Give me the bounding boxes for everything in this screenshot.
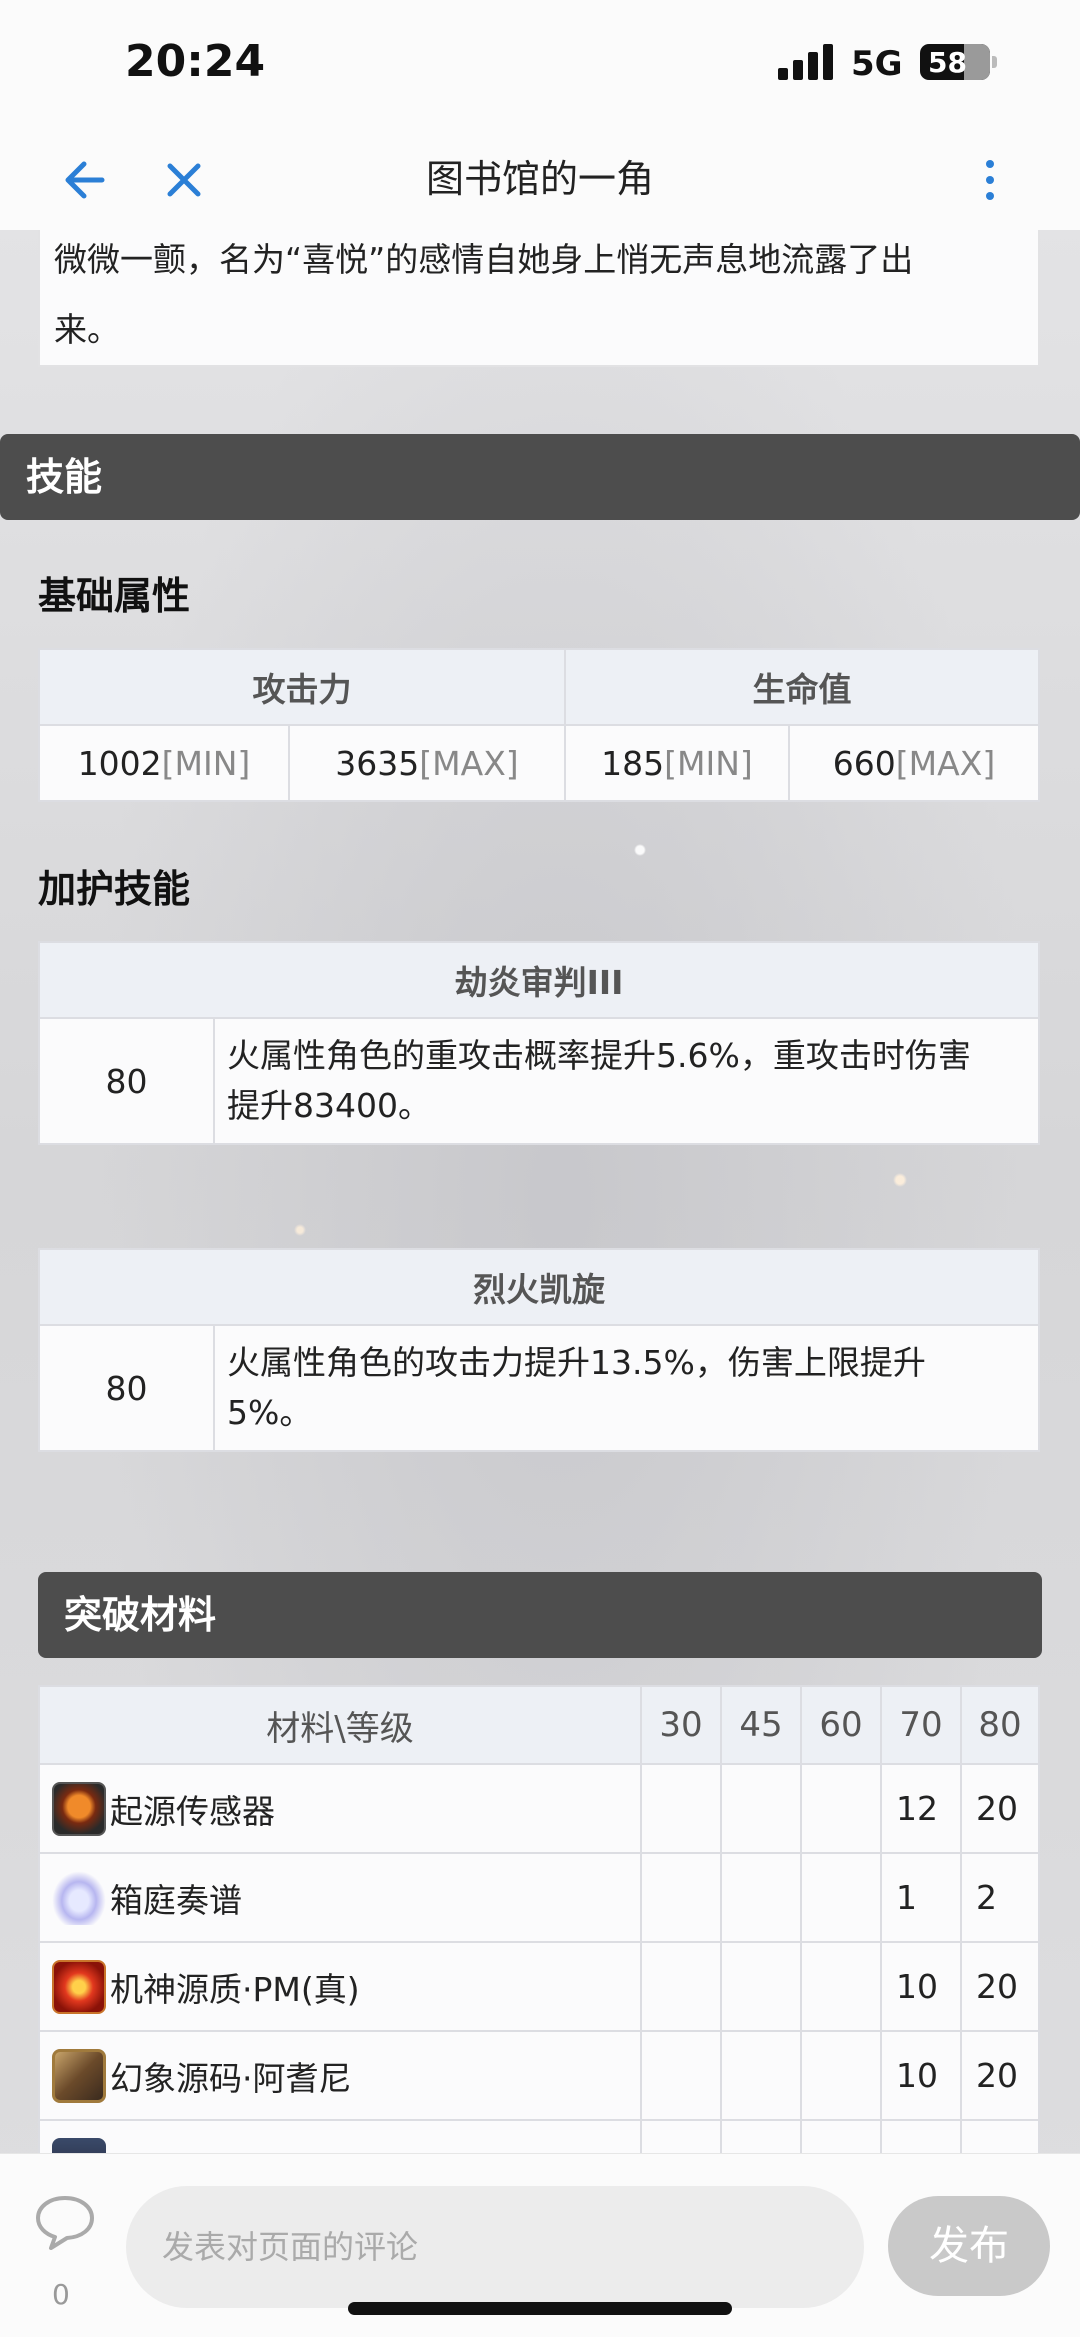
attack-header: 攻击力 [38, 648, 566, 726]
level-col-header: 70 [880, 1685, 962, 1765]
skill-name: 劫炎审判III [38, 941, 1040, 1019]
origin-sensor-icon [52, 1781, 106, 1836]
skill-level: 80 [38, 1324, 215, 1452]
more-options-icon[interactable] [960, 150, 1020, 210]
skills-section-header[interactable]: 技能 [0, 434, 1080, 520]
guard-skills-heading: 加护技能 [38, 867, 191, 911]
status-bar: 20:24 5G 58 [0, 0, 1080, 130]
table-cell [720, 1941, 802, 2032]
network-type: 5G [851, 44, 903, 84]
signal-icon [778, 44, 836, 80]
battery-level: 58 [928, 46, 967, 79]
comment-input[interactable] [126, 2186, 864, 2308]
base-stats-heading: 基础属性 [38, 574, 191, 618]
table-cell: 20 [960, 2030, 1040, 2121]
navigation-bar: 图书馆的一角 [0, 130, 1080, 230]
table-cell: 10 [880, 2030, 962, 2121]
table-cell: 12 [880, 1763, 962, 1854]
material-name-cell[interactable]: 起源传感器 [38, 1763, 642, 1854]
table-cell [720, 1852, 802, 1943]
guard-skill-table: 劫炎审判III 80 火属性角色的重攻击概率提升5.6%，重攻击时伤害 提升834… [38, 941, 1040, 1145]
guard-skill-table: 烈火凯旋 80 火属性角色的攻击力提升13.5%，伤害上限提升 5%。 [38, 1248, 1040, 1452]
skill-description: 火属性角色的攻击力提升13.5%，伤害上限提升 5%。 [213, 1324, 1040, 1452]
page-title: 图书馆的一角 [425, 157, 654, 201]
table-cell [800, 2030, 882, 2121]
level-col-header: 30 [640, 1685, 722, 1765]
level-col-header: 45 [720, 1685, 802, 1765]
materials-table: 材料\等级 30 45 60 70 80 起源传感器 12 20 箱庭奏谱 1 [38, 1685, 1040, 2210]
table-row: 起源传感器 12 20 [38, 1763, 1040, 1854]
table-cell [640, 2030, 722, 2121]
level-col-header: 80 [960, 1685, 1040, 1765]
comment-bubble-icon[interactable] [34, 2194, 96, 2252]
table-row: 幻象源码·阿耆尼 10 20 [38, 2030, 1040, 2121]
skill-name: 烈火凯旋 [38, 1248, 1040, 1326]
skill-description: 火属性角色的重攻击概率提升5.6%，重攻击时伤害 提升83400。 [213, 1017, 1040, 1145]
materials-col-header: 材料\等级 [38, 1685, 642, 1765]
table-cell: 1 [880, 1852, 962, 1943]
table-row: 箱庭奏谱 1 2 [38, 1852, 1040, 1943]
status-time: 20:24 [125, 36, 266, 87]
table-cell [800, 1763, 882, 1854]
page-content[interactable]: 微微一颤，名为“喜悦”的感情自她身上悄无声息地流露了出 来。 技能 基础属性 攻… [0, 0, 1080, 2337]
hp-min-cell: 185[MIN] [564, 724, 790, 802]
music-score-icon [52, 1870, 106, 1925]
table-cell [640, 1941, 722, 2032]
table-cell [640, 1852, 722, 1943]
level-col-header: 60 [800, 1685, 882, 1765]
table-cell [720, 2030, 802, 2121]
atk-max-cell: 3635[MAX] [288, 724, 566, 802]
table-cell [800, 1941, 882, 2032]
table-cell: 2 [960, 1852, 1040, 1943]
table-cell [800, 1852, 882, 1943]
material-name-cell[interactable]: 箱庭奏谱 [38, 1852, 642, 1943]
hp-max-cell: 660[MAX] [788, 724, 1040, 802]
machine-essence-icon [52, 1959, 106, 2014]
atk-min-cell: 1002[MIN] [38, 724, 290, 802]
material-name-cell[interactable]: 机神源质·PM(真) [38, 1941, 642, 2032]
table-cell: 10 [880, 1941, 962, 2032]
materials-section-header[interactable]: 突破材料 [38, 1572, 1042, 1658]
hp-header: 生命值 [564, 648, 1040, 726]
table-cell [640, 1763, 722, 1854]
table-row: 机神源质·PM(真) 10 20 [38, 1941, 1040, 2032]
table-cell [720, 1763, 802, 1854]
skill-level: 80 [38, 1017, 215, 1145]
publish-button[interactable]: 发布 [888, 2196, 1050, 2296]
battery-icon: 58 [920, 44, 997, 80]
home-indicator[interactable] [348, 2302, 732, 2315]
illusion-code-icon [52, 2048, 106, 2103]
lore-line: 来。 [54, 310, 120, 349]
base-stats-table: 攻击力 生命值 1002[MIN] 3635[MAX] 185[MIN] 660… [38, 648, 1040, 802]
lore-text-box: 微微一颤，名为“喜悦”的感情自她身上悄无声息地流露了出 来。 [38, 225, 1040, 367]
lore-line: 微微一颤，名为“喜悦”的感情自她身上悄无声息地流露了出 [54, 240, 914, 279]
material-name-cell[interactable]: 幻象源码·阿耆尼 [38, 2030, 642, 2121]
table-cell: 20 [960, 1941, 1040, 2032]
table-cell: 20 [960, 1763, 1040, 1854]
comment-count: 0 [52, 2278, 70, 2311]
